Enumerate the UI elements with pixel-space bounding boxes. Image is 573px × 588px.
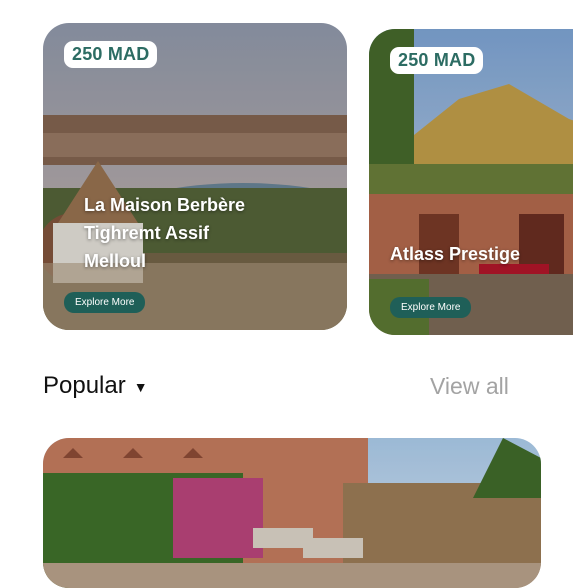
section-title[interactable]: Popular ▼ <box>43 372 148 400</box>
card-title-line: La Maison Berbère <box>84 195 246 215</box>
card-1-image <box>43 23 347 330</box>
view-all-link[interactable]: View all <box>430 373 509 400</box>
card-2-image <box>369 29 573 335</box>
section-title-label: Popular <box>43 372 126 399</box>
card-title: La Maison Berbère Tighremt Assif Melloul <box>84 191 245 275</box>
card-title-line: Tighremt Assif <box>84 223 210 243</box>
price-badge: 250 MAD <box>390 47 484 74</box>
explore-more-button[interactable]: Explore More <box>390 297 472 318</box>
explore-more-button[interactable]: Explore More <box>64 292 146 313</box>
featured-card-2[interactable]: 250 MAD Atlass Prestige Explore More <box>369 29 573 335</box>
card-title-line: Atlass Prestige <box>390 244 521 264</box>
price-badge: 250 MAD <box>64 41 158 68</box>
caret-down-icon: ▼ <box>133 378 148 395</box>
popular-card-1[interactable] <box>43 438 541 588</box>
popular-card-image <box>43 438 541 588</box>
card-title-line: Melloul <box>84 251 146 271</box>
featured-card-1[interactable]: 250 MAD La Maison Berbère Tighremt Assif… <box>43 23 347 330</box>
card-title: Atlass Prestige <box>390 240 520 268</box>
